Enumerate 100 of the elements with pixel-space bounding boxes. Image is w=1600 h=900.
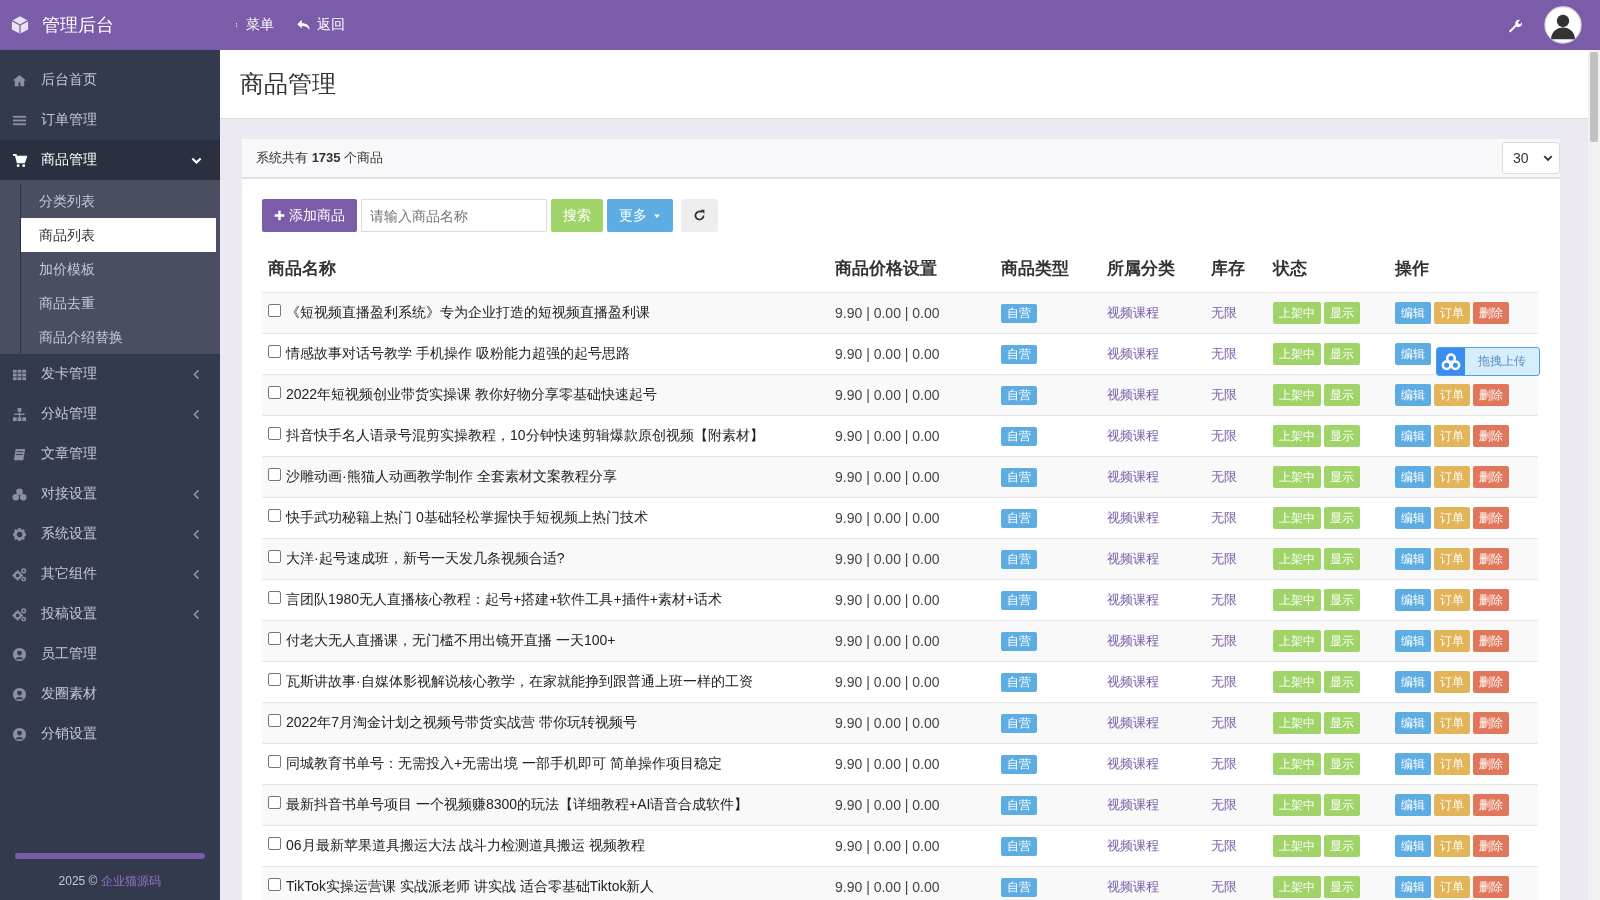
status-button[interactable]: 上架中 xyxy=(1273,507,1321,529)
category-link[interactable]: 视频课程 xyxy=(1107,550,1159,568)
edit-button[interactable]: 编辑 xyxy=(1395,384,1431,406)
back-button[interactable]: 返回 xyxy=(292,12,349,38)
submenu-item[interactable]: 商品列表 xyxy=(20,218,216,252)
search-button[interactable]: 搜索 xyxy=(551,199,603,232)
category-link[interactable]: 视频课程 xyxy=(1107,427,1159,445)
edit-button[interactable]: 编辑 xyxy=(1395,835,1431,857)
visibility-button[interactable]: 显示 xyxy=(1324,794,1360,816)
checkbox[interactable] xyxy=(268,632,281,645)
sidebar-item[interactable]: 系统设置 xyxy=(0,514,220,554)
edit-button[interactable]: 编辑 xyxy=(1395,548,1431,570)
orders-button[interactable]: 订单 xyxy=(1434,507,1470,529)
edit-button[interactable]: 编辑 xyxy=(1395,753,1431,775)
sidebar-item[interactable]: 对接设置 xyxy=(0,474,220,514)
checkbox[interactable] xyxy=(268,796,281,809)
category-link[interactable]: 视频课程 xyxy=(1107,796,1159,814)
sidebar-item[interactable]: 发圈素材 xyxy=(0,674,220,714)
category-link[interactable]: 视频课程 xyxy=(1107,591,1159,609)
footer-link[interactable]: 企业猫源码 xyxy=(101,874,162,888)
delete-button[interactable]: 删除 xyxy=(1473,671,1509,693)
orders-button[interactable]: 订单 xyxy=(1434,466,1470,488)
submenu-item[interactable]: 商品去重 xyxy=(20,286,216,320)
category-link[interactable]: 视频课程 xyxy=(1107,837,1159,855)
category-link[interactable]: 视频课程 xyxy=(1107,386,1159,404)
sidebar-item[interactable]: 分销设置 xyxy=(0,714,220,754)
sidebar-item[interactable]: 文章管理 xyxy=(0,434,220,474)
category-link[interactable]: 视频课程 xyxy=(1107,345,1159,363)
delete-button[interactable]: 删除 xyxy=(1473,712,1509,734)
more-button[interactable]: 更多 xyxy=(607,199,673,232)
visibility-button[interactable]: 显示 xyxy=(1324,712,1360,734)
checkbox[interactable] xyxy=(268,878,281,891)
submenu-item[interactable]: 加价模板 xyxy=(20,252,216,286)
edit-button[interactable]: 编辑 xyxy=(1395,630,1431,652)
checkbox[interactable] xyxy=(268,550,281,563)
status-button[interactable]: 上架中 xyxy=(1273,589,1321,611)
checkbox[interactable] xyxy=(268,591,281,604)
sidebar-item[interactable]: 员工管理 xyxy=(0,634,220,674)
delete-button[interactable]: 删除 xyxy=(1473,425,1509,447)
delete-button[interactable]: 删除 xyxy=(1473,794,1509,816)
checkbox[interactable] xyxy=(268,673,281,686)
category-link[interactable]: 视频课程 xyxy=(1107,673,1159,691)
visibility-button[interactable]: 显示 xyxy=(1324,876,1360,898)
delete-button[interactable]: 删除 xyxy=(1473,753,1509,775)
checkbox[interactable] xyxy=(268,386,281,399)
scrollbar[interactable] xyxy=(1588,50,1600,900)
edit-button[interactable]: 编辑 xyxy=(1395,794,1431,816)
status-button[interactable]: 上架中 xyxy=(1273,548,1321,570)
status-button[interactable]: 上架中 xyxy=(1273,671,1321,693)
category-link[interactable]: 视频课程 xyxy=(1107,632,1159,650)
status-button[interactable]: 上架中 xyxy=(1273,630,1321,652)
category-link[interactable]: 视频课程 xyxy=(1107,509,1159,527)
sidebar-item[interactable]: 其它组件 xyxy=(0,554,220,594)
category-link[interactable]: 视频课程 xyxy=(1107,714,1159,732)
delete-button[interactable]: 删除 xyxy=(1473,876,1509,898)
search-field[interactable]: 请输入商品名称 xyxy=(361,199,547,232)
edit-button[interactable]: 编辑 xyxy=(1395,302,1431,324)
sidebar-item[interactable]: 订单管理 xyxy=(0,100,220,140)
orders-button[interactable]: 订单 xyxy=(1434,425,1470,447)
category-link[interactable]: 视频课程 xyxy=(1107,755,1159,773)
visibility-button[interactable]: 显示 xyxy=(1324,466,1360,488)
scrollbar[interactable] xyxy=(15,853,205,859)
delete-button[interactable]: 删除 xyxy=(1473,835,1509,857)
delete-button[interactable]: 删除 xyxy=(1473,507,1509,529)
orders-button[interactable]: 订单 xyxy=(1434,548,1470,570)
edit-button[interactable]: 编辑 xyxy=(1395,589,1431,611)
visibility-button[interactable]: 显示 xyxy=(1324,630,1360,652)
add-product-button[interactable]: 添加商品 xyxy=(262,199,357,232)
sidebar-item[interactable]: 分站管理 xyxy=(0,394,220,434)
status-button[interactable]: 上架中 xyxy=(1273,753,1321,775)
edit-button[interactable]: 编辑 xyxy=(1395,876,1431,898)
orders-button[interactable]: 订单 xyxy=(1434,589,1470,611)
edit-button[interactable]: 编辑 xyxy=(1395,425,1431,447)
visibility-button[interactable]: 显示 xyxy=(1324,343,1360,365)
visibility-button[interactable]: 显示 xyxy=(1324,671,1360,693)
checkbox[interactable] xyxy=(268,509,281,522)
submenu-item[interactable]: 商品介绍替换 xyxy=(20,320,216,354)
category-link[interactable]: 视频课程 xyxy=(1107,304,1159,322)
delete-button[interactable]: 删除 xyxy=(1473,630,1509,652)
avatar-icon[interactable] xyxy=(1544,6,1582,44)
visibility-button[interactable]: 显示 xyxy=(1324,507,1360,529)
orders-button[interactable]: 订单 xyxy=(1434,876,1470,898)
status-button[interactable]: 上架中 xyxy=(1273,466,1321,488)
checkbox[interactable] xyxy=(268,345,281,358)
edit-button[interactable]: 编辑 xyxy=(1395,712,1431,734)
checkbox[interactable] xyxy=(268,468,281,481)
orders-button[interactable]: 订单 xyxy=(1434,302,1470,324)
visibility-button[interactable]: 显示 xyxy=(1324,425,1360,447)
status-button[interactable]: 上架中 xyxy=(1273,794,1321,816)
delete-button[interactable]: 删除 xyxy=(1473,589,1509,611)
sidebar-item[interactable]: 商品管理 xyxy=(0,140,220,180)
edit-button[interactable]: 编辑 xyxy=(1395,507,1431,529)
status-button[interactable]: 上架中 xyxy=(1273,384,1321,406)
upload-widget[interactable]: 拖拽上传 xyxy=(1436,347,1540,376)
sidebar-item[interactable]: 投稿设置 xyxy=(0,594,220,634)
visibility-button[interactable]: 显示 xyxy=(1324,548,1360,570)
status-button[interactable]: 上架中 xyxy=(1273,425,1321,447)
orders-button[interactable]: 订单 xyxy=(1434,753,1470,775)
sidebar-item[interactable]: 后台首页 xyxy=(0,60,220,100)
visibility-button[interactable]: 显示 xyxy=(1324,589,1360,611)
